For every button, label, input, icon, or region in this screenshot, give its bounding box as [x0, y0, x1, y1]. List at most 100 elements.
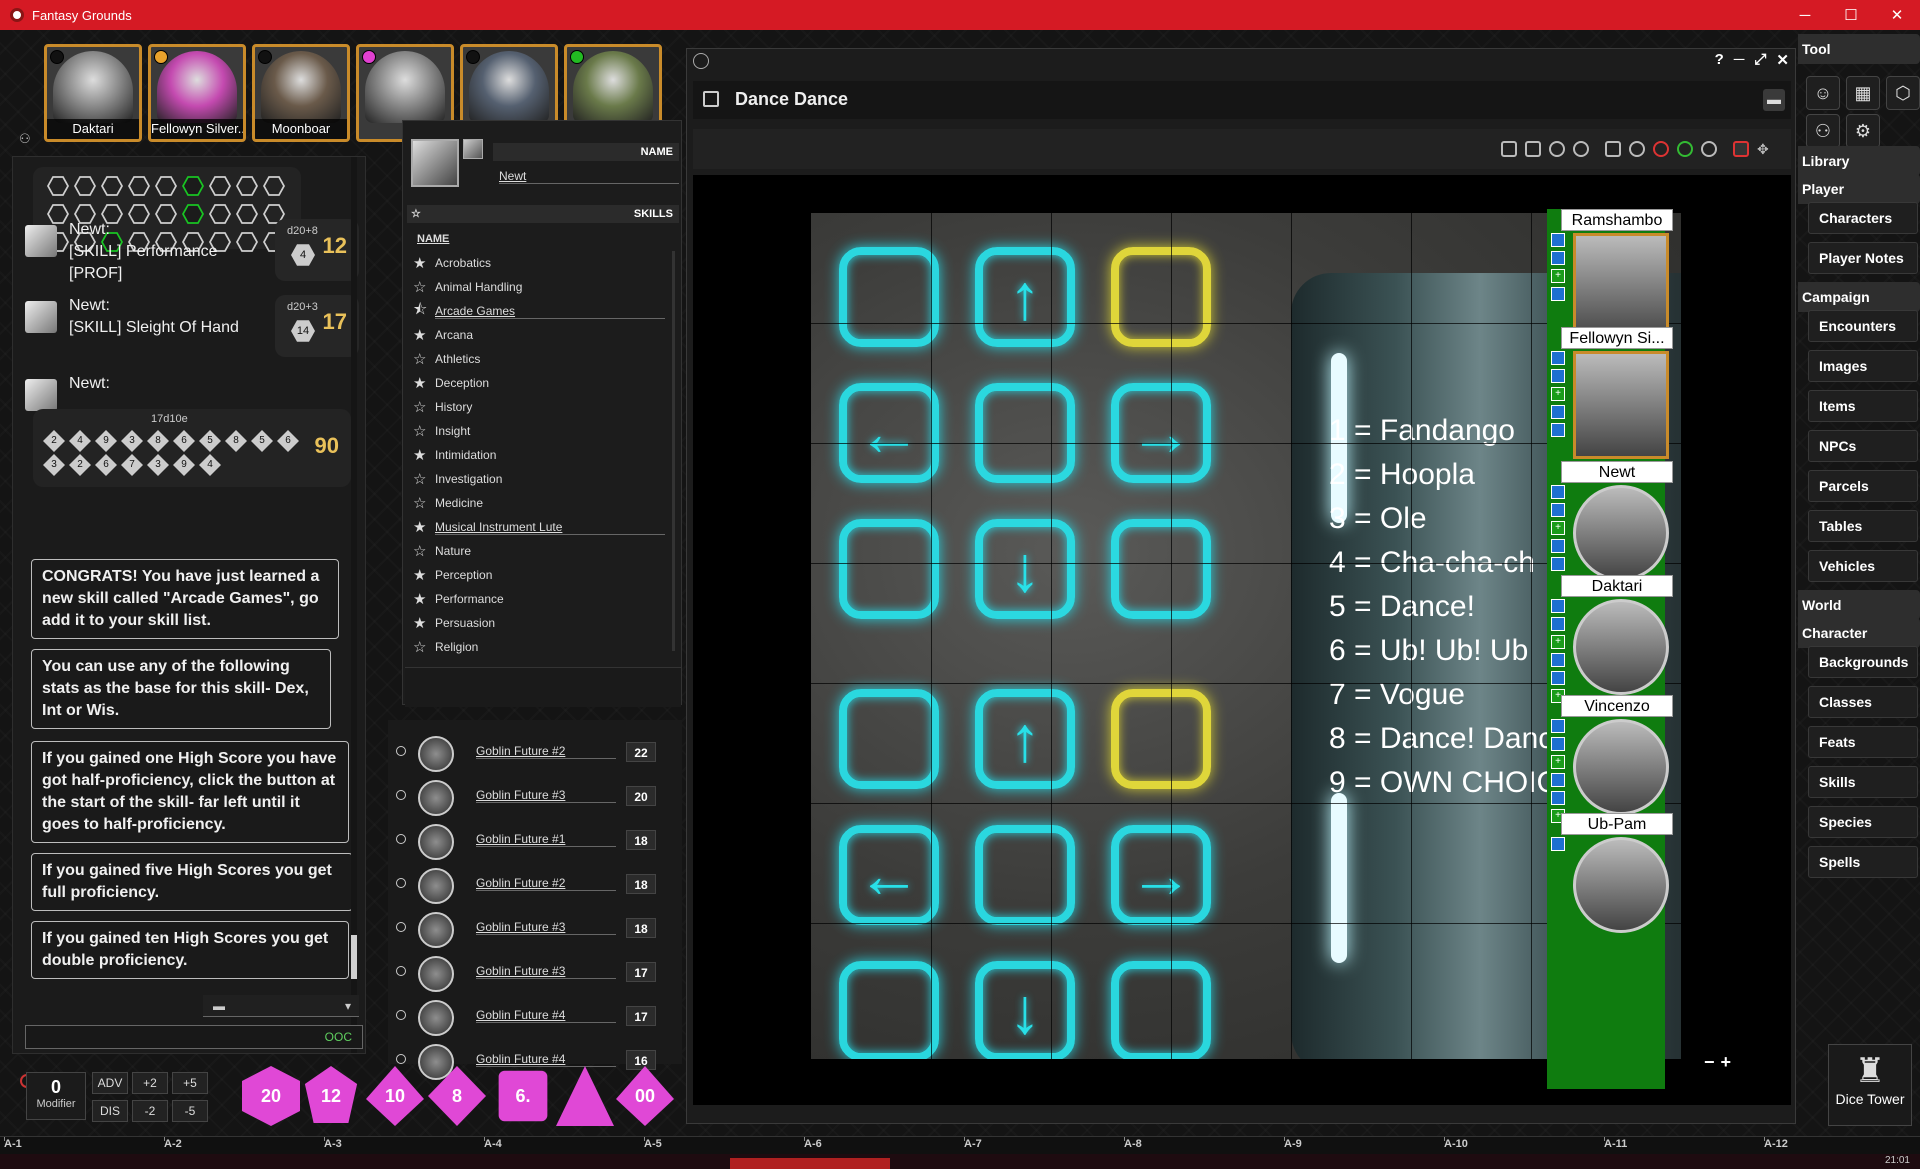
- plus-five-button[interactable]: +5: [172, 1072, 208, 1094]
- library-icon[interactable]: ⬡: [1886, 76, 1920, 110]
- goblin-token[interactable]: [418, 824, 454, 860]
- sidebar-category[interactable]: Tool: [1798, 34, 1920, 64]
- skill-label[interactable]: Arcade Games: [435, 304, 665, 319]
- effect-icon[interactable]: [1551, 773, 1565, 787]
- proficiency-star-icon[interactable]: ★: [413, 254, 435, 272]
- chat-input[interactable]: OOC: [25, 1025, 363, 1049]
- portrait[interactable]: Fellowyn Silver...: [148, 44, 246, 142]
- language-select[interactable]: ▬ ▾: [203, 995, 359, 1017]
- effect-icon[interactable]: [1551, 503, 1565, 517]
- skill-row[interactable]: ★ Persuasion: [413, 611, 673, 635]
- sidebar-category[interactable]: Campaign: [1798, 282, 1920, 312]
- skill-row[interactable]: ☆ Medicine: [413, 491, 673, 515]
- goblin-token[interactable]: [418, 780, 454, 816]
- goblin-token[interactable]: [418, 912, 454, 948]
- proficiency-star-icon[interactable]: ★: [413, 374, 435, 392]
- chat-scrollbar[interactable]: [351, 157, 357, 1053]
- initiative-value[interactable]: 20: [626, 786, 656, 806]
- modifier-box[interactable]: 0 Modifier: [26, 1072, 86, 1120]
- dice-tower[interactable]: ♜ Dice Tower: [1828, 1044, 1912, 1126]
- plus-two-button[interactable]: +2: [132, 1072, 168, 1094]
- effect-icon[interactable]: [1551, 351, 1565, 365]
- effect-icon[interactable]: +: [1551, 635, 1565, 649]
- active-radio[interactable]: [396, 1054, 406, 1064]
- portrait[interactable]: Daktari: [44, 44, 142, 142]
- crosshair-icon[interactable]: [1629, 141, 1645, 157]
- effect-icon[interactable]: [1551, 557, 1565, 571]
- active-radio[interactable]: [396, 922, 406, 932]
- effect-icon[interactable]: [1551, 653, 1565, 667]
- sidebar-item[interactable]: Tables: [1808, 510, 1918, 542]
- goblin-token[interactable]: [418, 868, 454, 904]
- sidebar-item[interactable]: NPCs: [1808, 430, 1918, 462]
- tracker-row[interactable]: Goblin Future #3 20: [388, 776, 682, 816]
- effect-icon[interactable]: [1551, 719, 1565, 733]
- proficiency-star-icon[interactable]: ☆: [413, 494, 435, 512]
- effect-icon[interactable]: [1551, 671, 1565, 685]
- token-image[interactable]: [1573, 485, 1669, 581]
- ooc-toggle[interactable]: OOC: [325, 1030, 352, 1044]
- chat-scroll-thumb[interactable]: [351, 935, 357, 979]
- proficiency-star-icon[interactable]: ⯪: [413, 299, 435, 324]
- proficiency-star-icon[interactable]: ★: [413, 566, 435, 584]
- sidebar-category[interactable]: Character: [1798, 618, 1920, 648]
- effect-icon[interactable]: [1551, 737, 1565, 751]
- tracker-row[interactable]: Goblin Future #2 18: [388, 864, 682, 904]
- proficiency-star-icon[interactable]: ☆: [413, 398, 435, 416]
- sidebar-category[interactable]: Player: [1798, 174, 1920, 204]
- tracker-row[interactable]: Goblin Future #4 17: [388, 996, 682, 1036]
- minimize-window-button[interactable]: ─: [1734, 51, 1745, 69]
- tracker-row[interactable]: Goblin Future #2 22: [388, 732, 682, 772]
- proficiency-star-icon[interactable]: ★: [413, 446, 435, 464]
- tracker-name[interactable]: Goblin Future #2: [476, 876, 616, 891]
- sidebar-item[interactable]: Items: [1808, 390, 1918, 422]
- tracker-name[interactable]: Goblin Future #4: [476, 1008, 616, 1023]
- token-image[interactable]: [1573, 719, 1669, 815]
- sidebar-item[interactable]: Images: [1808, 350, 1918, 382]
- advantage-button[interactable]: ADV: [92, 1072, 128, 1094]
- goblin-token[interactable]: [418, 736, 454, 772]
- image-viewport[interactable]: 1 = Fandango 2 = Hoopla 3 = Ole 4 = Cha-…: [693, 175, 1791, 1105]
- active-radio[interactable]: [396, 966, 406, 976]
- effect-icon[interactable]: +: [1551, 521, 1565, 535]
- skill-row[interactable]: ★ Performance: [413, 587, 673, 611]
- skill-row[interactable]: ☆ Insight: [413, 419, 673, 443]
- close-window-button[interactable]: ✕: [1776, 51, 1789, 69]
- initiative-value[interactable]: 17: [626, 962, 656, 982]
- sidebar-item[interactable]: Player Notes: [1808, 242, 1918, 274]
- initiative-value[interactable]: 18: [626, 918, 656, 938]
- proficiency-star-icon[interactable]: ★: [413, 326, 435, 344]
- tracker-name[interactable]: Goblin Future #3: [476, 920, 616, 935]
- lock-tool-icon[interactable]: [1733, 141, 1749, 157]
- effect-icon[interactable]: [1551, 617, 1565, 631]
- effect-icon[interactable]: [1551, 599, 1565, 613]
- skill-row[interactable]: ★ Perception: [413, 563, 673, 587]
- effect-icon[interactable]: [1551, 539, 1565, 553]
- d6-die[interactable]: 6.: [498, 1070, 548, 1122]
- select-tool-icon[interactable]: [1605, 141, 1621, 157]
- initiative-value[interactable]: 22: [626, 742, 656, 762]
- token-image[interactable]: [1573, 351, 1669, 459]
- effect-icon[interactable]: [1551, 369, 1565, 383]
- initiative-value[interactable]: 16: [626, 1050, 656, 1070]
- calendar-icon[interactable]: ▦: [1846, 76, 1880, 110]
- close-button[interactable]: ✕: [1874, 0, 1920, 30]
- token-image[interactable]: [1573, 233, 1669, 341]
- skill-row[interactable]: ★ Acrobatics: [413, 251, 673, 275]
- sidebar-item[interactable]: Spells: [1808, 846, 1918, 878]
- portrait[interactable]: Moonboar: [252, 44, 350, 142]
- active-radio[interactable]: [396, 878, 406, 888]
- effect-icon[interactable]: +: [1551, 269, 1565, 283]
- proficiency-star-icon[interactable]: ☆: [413, 638, 435, 656]
- skills-scrollbar[interactable]: [672, 251, 675, 651]
- red-target-icon[interactable]: [1653, 141, 1669, 157]
- character-name[interactable]: Newt: [499, 169, 679, 184]
- link-icon[interactable]: [693, 53, 709, 69]
- tracker-row[interactable]: Goblin Future #1 18: [388, 820, 682, 860]
- sidebar-item[interactable]: Feats: [1808, 726, 1918, 758]
- fit-image-icon[interactable]: [1501, 141, 1517, 157]
- proficiency-star-icon[interactable]: ★: [413, 614, 435, 632]
- effect-icon[interactable]: [1551, 837, 1565, 851]
- effect-icon[interactable]: [1551, 791, 1565, 805]
- active-radio[interactable]: [396, 790, 406, 800]
